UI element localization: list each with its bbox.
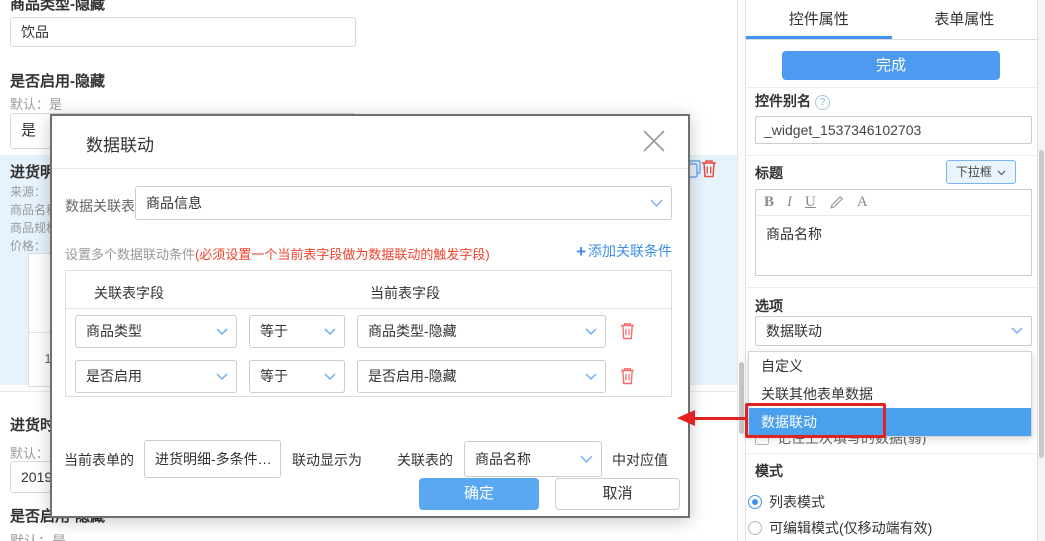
richtext-toolbar: B I U A (755, 189, 1032, 216)
radio-unchecked-icon[interactable] (748, 521, 762, 535)
options-dropdown-list: 自定义 关联其他表单数据 数据联动 (748, 351, 1032, 437)
tab-form-properties[interactable]: 表单属性 (892, 0, 1038, 39)
condition-row: 商品类型 等于 商品类型-隐藏 (66, 315, 671, 348)
underline-icon[interactable]: U (805, 195, 816, 210)
tab-widget-properties[interactable]: 控件属性 (746, 0, 892, 39)
alias-label: 控件别名? (755, 91, 830, 111)
chevron-down-icon (585, 328, 597, 336)
help-icon[interactable]: ? (815, 95, 830, 110)
options-select[interactable]: 数据联动 (755, 316, 1032, 346)
mode-option-editable[interactable]: 可编辑模式(仅移动端有效) (769, 518, 932, 538)
operator-select[interactable]: 等于 (249, 315, 345, 348)
chevron-down-icon (650, 199, 663, 208)
mode-radio-list: 可编辑模式(仅移动端有效) (748, 518, 932, 538)
time-default-hint: 默认： (10, 443, 49, 462)
widget-type-chip[interactable]: 下拉框 (946, 160, 1016, 184)
footer-corresponding-label: 中对应值 (612, 450, 668, 470)
radio-checked-icon[interactable] (748, 495, 762, 509)
form-designer: 商品类型-隐藏 饮品 是否启用-隐藏 默认：是 是 进货明细 来源： 商品名称 … (0, 0, 1045, 541)
product-type-input[interactable]: 饮品 (10, 17, 356, 47)
conditions-note: 设置多个数据联动条件(必须设置一个当前表字段做为数据联动的触发字段) (65, 244, 490, 263)
title-editor[interactable]: 商品名称 (755, 216, 1032, 276)
confirm-button[interactable]: 确定 (419, 478, 539, 510)
bold-icon[interactable]: B (764, 195, 774, 210)
relation-field-select[interactable]: 商品类型 (75, 315, 237, 348)
chevron-down-icon (585, 373, 597, 381)
operator-select[interactable]: 等于 (249, 360, 345, 393)
mode-label: 模式 (755, 461, 783, 481)
modal-title: 数据联动 (86, 131, 154, 156)
table-header-divider (66, 308, 671, 309)
canvas-scrollbar-track[interactable] (737, 0, 746, 541)
panel-tabbar: 控件属性 表单属性 (746, 0, 1037, 40)
column-header-current-field: 当前表字段 (370, 283, 440, 303)
section-divider (746, 287, 1037, 288)
annotation-arrow-line (694, 417, 746, 420)
chevron-down-icon (216, 328, 228, 336)
delete-condition-icon[interactable] (620, 322, 635, 340)
section-divider (746, 87, 1037, 88)
data-linkage-modal: 数据联动 数据关联表 商品信息 设置多个数据联动条件(必须设置一个当前表字段做为… (50, 114, 690, 518)
italic-icon[interactable]: I (787, 195, 792, 210)
footer-display-as-label: 联动显示为 (292, 450, 362, 470)
chevron-down-icon (324, 328, 336, 336)
options-label: 选项 (755, 296, 783, 316)
subform-source-line: 来源： (10, 183, 46, 200)
relation-field-select[interactable]: 是否启用 (75, 360, 237, 393)
enabled-default-hint: 默认：是 (10, 94, 62, 113)
checkbox-icon[interactable] (755, 436, 769, 445)
pen-icon[interactable] (829, 195, 844, 210)
hidden-checkbox-row: 记住上次填写的数据(弱) (755, 436, 1025, 445)
plus-icon: + (576, 242, 586, 261)
relation-table-label: 数据关联表 (65, 196, 135, 216)
subform-meta-line: 价格： (10, 237, 46, 254)
cancel-button[interactable]: 取消 (555, 478, 680, 510)
chevron-down-icon (216, 373, 228, 381)
delete-field-icon[interactable] (701, 159, 717, 178)
chevron-down-icon (997, 170, 1006, 176)
relation-table-select[interactable]: 商品信息 (135, 186, 672, 220)
current-field-select[interactable]: 是否启用-隐藏 (357, 360, 606, 393)
footer-display-field-select[interactable]: 商品名称 (464, 441, 602, 477)
field-label-product-type: 商品类型-隐藏 (10, 0, 105, 14)
hidden-checkbox-label: 记住上次填写的数据(弱) (777, 436, 926, 445)
canvas-scrollbar-thumb[interactable] (739, 362, 744, 434)
column-header-relation-field: 关联表字段 (94, 283, 164, 303)
footer-field-box[interactable]: 进货明细-多条件… (144, 440, 281, 478)
chevron-down-icon (580, 455, 593, 464)
done-button[interactable]: 完成 (782, 51, 1000, 80)
mode-radio-list: 列表模式 (748, 492, 825, 512)
properties-panel: 控件属性 表单属性 完成 控件别名? _widget_1537346102703… (746, 0, 1037, 541)
modal-header-divider (52, 168, 688, 169)
footer-current-form-label: 当前表单的 (64, 450, 134, 470)
dropdown-item-custom[interactable]: 自定义 (749, 352, 1031, 380)
footer-relation-label: 关联表的 (397, 450, 453, 470)
add-condition-link[interactable]: +添加关联条件 (576, 241, 672, 262)
current-field-select[interactable]: 商品类型-隐藏 (357, 315, 606, 348)
title-label: 标题 (755, 163, 783, 183)
close-icon[interactable] (640, 127, 668, 155)
mode-option-list[interactable]: 列表模式 (769, 492, 825, 512)
section-divider (746, 453, 1037, 454)
font-color-icon[interactable]: A (857, 195, 868, 210)
section-divider (746, 155, 1037, 156)
field-label-enabled: 是否启用-隐藏 (10, 70, 105, 91)
delete-condition-icon[interactable] (620, 367, 635, 385)
dropdown-item-data-linkage[interactable]: 数据联动 (749, 408, 1031, 436)
annotation-arrow-head (677, 410, 695, 426)
condition-row: 是否启用 等于 是否启用-隐藏 (66, 360, 671, 393)
dropdown-item-relate-form[interactable]: 关联其他表单数据 (749, 380, 1031, 408)
chevron-down-icon (1011, 327, 1023, 335)
alias-input[interactable]: _widget_1537346102703 (755, 116, 1032, 144)
panel-scrollbar-thumb[interactable] (1039, 150, 1044, 458)
conditions-table: 关联表字段 当前表字段 商品类型 等于 商品类型-隐藏 (65, 270, 672, 397)
enabled2-default-hint: 默认：是 (10, 531, 66, 541)
chevron-down-icon (324, 373, 336, 381)
